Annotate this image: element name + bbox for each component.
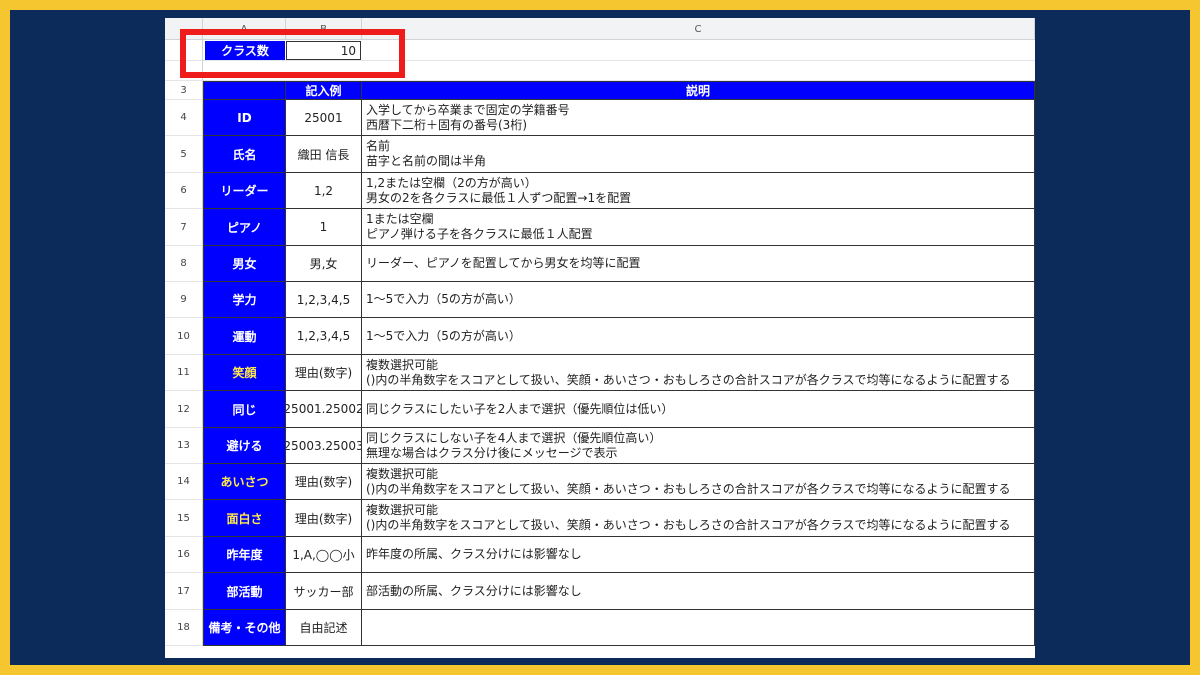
example-cell[interactable]: 25001.25002 xyxy=(286,391,362,428)
field-name-cell[interactable]: リーダー xyxy=(203,173,286,209)
row-header[interactable]: 10 xyxy=(165,318,203,355)
description-cell[interactable]: 複数選択可能 ()内の半角数字をスコアとして扱い、笑顔・あいさつ・おもしろさの合計… xyxy=(362,500,1035,537)
gridline xyxy=(203,60,1035,61)
spreadsheet[interactable]: A B C クラス数 10 3 記入例 説明 4 ID 25001 入学してから卒業ま… xyxy=(165,18,1035,658)
example-cell[interactable]: 1 xyxy=(286,209,362,246)
description-line: 入学してから卒業まで固定の学籍番号 xyxy=(366,102,570,117)
field-name-cell[interactable]: 昨年度 xyxy=(203,537,286,573)
column-header-a[interactable]: A xyxy=(203,18,286,40)
description-line: 1〜5で入力（5の方が高い） xyxy=(366,292,521,306)
header-blank-cell[interactable] xyxy=(203,81,286,100)
example-cell[interactable]: 1,2,3,4,5 xyxy=(286,318,362,355)
field-name-cell[interactable]: ID xyxy=(203,100,286,136)
field-name-cell[interactable]: ピアノ xyxy=(203,209,286,246)
row-header[interactable]: 16 xyxy=(165,537,203,573)
row-header[interactable]: 9 xyxy=(165,282,203,318)
description-line: 1〜5で入力（5の方が高い） xyxy=(366,328,521,343)
column-header-b[interactable]: B xyxy=(286,18,362,40)
example-cell[interactable]: サッカー部 xyxy=(286,573,362,610)
example-cell[interactable]: 1,A,◯◯小 xyxy=(286,537,362,573)
description-line: ピアノ弾ける子を各クラスに最低１人配置 xyxy=(366,227,593,241)
example-cell[interactable]: 1,2 xyxy=(286,173,362,209)
field-name-cell[interactable]: 同じ xyxy=(203,391,286,428)
row-header[interactable]: 4 xyxy=(165,100,203,136)
description-cell[interactable]: 1,2または空欄（2の方が高い） 男女の2を各クラスに最低１人ずつ配置→1を配置 xyxy=(362,173,1035,209)
description-cell[interactable]: 同じクラスにしたい子を2人まで選択（優先順位は低い） xyxy=(362,391,1035,428)
description-cell[interactable] xyxy=(362,610,1035,646)
description-line: 部活動の所属、クラス分けには影響なし xyxy=(366,583,582,598)
row-header[interactable]: 5 xyxy=(165,136,203,173)
description-line: 複数選択可能 xyxy=(366,357,439,372)
description-cell[interactable]: 入学してから卒業まで固定の学籍番号 西暦下二桁＋固有の番号(3桁) xyxy=(362,100,1035,136)
field-name-cell[interactable]: 備考・その他 xyxy=(203,610,286,646)
header-description[interactable]: 説明 xyxy=(362,81,1035,100)
example-cell[interactable]: 理由(数字) xyxy=(286,355,362,391)
description-line: 名前 xyxy=(366,139,391,153)
description-line: 1,2または空欄（2の方が高い） xyxy=(366,175,537,190)
field-name-cell[interactable]: 笑顔 xyxy=(203,355,286,391)
class-count-input[interactable]: 10 xyxy=(286,41,361,60)
class-count-label: クラス数 xyxy=(205,41,285,60)
example-cell[interactable]: 織田 信長 xyxy=(286,136,362,173)
row-header-1[interactable] xyxy=(165,40,203,61)
description-cell[interactable]: 部活動の所属、クラス分けには影響なし xyxy=(362,573,1035,610)
description-line: 男女の2を各クラスに最低１人ずつ配置→1を配置 xyxy=(366,190,632,205)
description-line: 無理な場合はクラス分け後にメッセージで表示 xyxy=(366,445,618,460)
row-header[interactable]: 15 xyxy=(165,500,203,537)
row-header[interactable]: 11 xyxy=(165,355,203,391)
field-name-cell[interactable]: 氏名 xyxy=(203,136,286,173)
example-cell[interactable]: 男,女 xyxy=(286,246,362,282)
description-cell[interactable]: 1〜5で入力（5の方が高い） xyxy=(362,318,1035,355)
description-line: 昨年度の所属、クラス分けには影響なし xyxy=(366,547,582,561)
description-cell[interactable]: 名前 苗字と名前の間は半角 xyxy=(362,136,1035,173)
row-header[interactable]: 6 xyxy=(165,173,203,209)
example-cell[interactable]: 1,2,3,4,5 xyxy=(286,282,362,318)
field-name-cell[interactable]: 避ける xyxy=(203,428,286,464)
field-name-cell[interactable]: 男女 xyxy=(203,246,286,282)
example-cell[interactable]: 25001 xyxy=(286,100,362,136)
description-cell[interactable]: 同じクラスにしない子を4人まで選択（優先順位高い） 無理な場合はクラス分け後にメッ… xyxy=(362,428,1035,464)
description-line: 複数選択可能 xyxy=(366,503,439,517)
field-name-cell[interactable]: 部活動 xyxy=(203,573,286,610)
column-header-c[interactable]: C xyxy=(362,18,1035,40)
row-header[interactable]: 8 xyxy=(165,246,203,282)
field-name-cell[interactable]: 学力 xyxy=(203,282,286,318)
description-cell[interactable]: 1〜5で入力（5の方が高い） xyxy=(362,282,1035,318)
description-line: 苗字と名前の間は半角 xyxy=(366,154,487,168)
header-example[interactable]: 記入例 xyxy=(286,81,362,100)
example-cell[interactable]: 理由(数字) xyxy=(286,500,362,537)
description-line: 複数選択可能 xyxy=(366,466,439,481)
row-header[interactable]: 18 xyxy=(165,610,203,646)
row-header[interactable]: 13 xyxy=(165,428,203,464)
row-header[interactable]: 7 xyxy=(165,209,203,246)
description-cell[interactable]: 複数選択可能 ()内の半角数字をスコアとして扱い、笑顔・あいさつ・おもしろさの合計… xyxy=(362,355,1035,391)
description-cell[interactable]: 昨年度の所属、クラス分けには影響なし xyxy=(362,537,1035,573)
field-name-cell[interactable]: 面白さ xyxy=(203,500,286,537)
description-line: 西暦下二桁＋固有の番号(3桁) xyxy=(366,117,527,132)
row-header[interactable]: 12 xyxy=(165,391,203,428)
description-line: ()内の半角数字をスコアとして扱い、笑顔・あいさつ・おもしろさの合計スコアが各ク… xyxy=(366,518,1011,532)
field-name-cell[interactable]: あいさつ xyxy=(203,464,286,500)
description-cell[interactable]: 複数選択可能 ()内の半角数字をスコアとして扱い、笑顔・あいさつ・おもしろさの合計… xyxy=(362,464,1035,500)
description-line: 1または空欄 xyxy=(366,212,434,226)
description-line: リーダー、ピアノを配置してから男女を均等に配置 xyxy=(366,256,641,270)
example-cell[interactable]: 理由(数字) xyxy=(286,464,362,500)
row-header-2[interactable] xyxy=(165,61,203,81)
description-line: ()内の半角数字をスコアとして扱い、笑顔・あいさつ・おもしろさの合計スコアが各ク… xyxy=(366,372,1011,387)
description-cell[interactable]: 1または空欄 ピアノ弾ける子を各クラスに最低１人配置 xyxy=(362,209,1035,246)
example-cell[interactable]: 自由記述 xyxy=(286,610,362,646)
description-cell[interactable]: リーダー、ピアノを配置してから男女を均等に配置 xyxy=(362,246,1035,282)
row-header[interactable]: 17 xyxy=(165,573,203,610)
row-header[interactable]: 14 xyxy=(165,464,203,500)
description-line: 同じクラスにしない子を4人まで選択（優先順位高い） xyxy=(366,430,662,445)
row-header-3[interactable]: 3 xyxy=(165,81,203,100)
description-line: 同じクラスにしたい子を2人まで選択（優先順位は低い） xyxy=(366,401,674,416)
field-name-cell[interactable]: 運動 xyxy=(203,318,286,355)
description-line: ()内の半角数字をスコアとして扱い、笑顔・あいさつ・おもしろさの合計スコアが各ク… xyxy=(366,481,1011,496)
example-cell[interactable]: 25003.25003 xyxy=(286,428,362,464)
select-all-corner[interactable] xyxy=(165,18,203,40)
